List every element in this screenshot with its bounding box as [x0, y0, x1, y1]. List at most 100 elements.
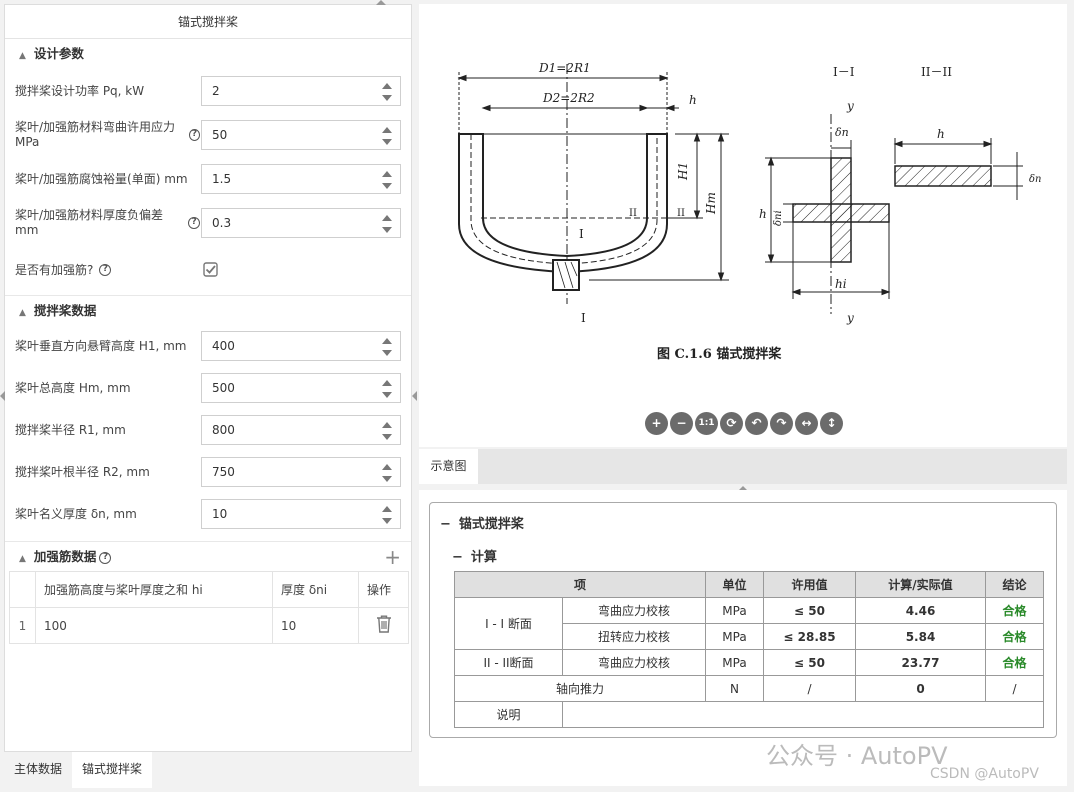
note-label-cell: 说明 — [454, 701, 563, 728]
collapse-triangle-icon[interactable]: ▲ — [19, 41, 26, 71]
label-dni: δni — [773, 210, 784, 226]
item-cell: 扭转应力校核 — [562, 623, 706, 650]
spinner-icon[interactable] — [382, 338, 392, 356]
spinner-icon[interactable] — [382, 506, 392, 524]
collapse-right-icon[interactable] — [412, 391, 417, 401]
add-row-icon[interactable]: + — [384, 542, 401, 572]
corrosion-input[interactable] — [201, 164, 401, 194]
spinner-icon[interactable] — [382, 127, 392, 145]
field-neg-dev-label: 桨叶/加强筋材料厚度负偏差 mm? — [15, 201, 200, 245]
flip-horizontal-icon[interactable]: ↔ — [795, 412, 818, 435]
neg-dev-input-box[interactable] — [202, 209, 372, 237]
collapse-triangle-icon[interactable]: ▲ — [19, 544, 26, 574]
zoom-in-icon[interactable]: + — [645, 412, 668, 435]
power-input[interactable] — [201, 76, 401, 106]
spinner-icon[interactable] — [382, 83, 392, 101]
tab-anchor-agitator[interactable]: 锚式搅拌桨 — [72, 752, 153, 788]
hm-input[interactable] — [201, 373, 401, 403]
r2-input[interactable] — [201, 457, 401, 487]
r1-input[interactable] — [201, 415, 401, 445]
actual-size-icon[interactable]: 1:1 — [695, 412, 718, 435]
table-row: I - I 断面 弯曲应力校核 MPa ≤ 50 4.46 合格 — [454, 597, 1044, 650]
table-header-row: 加强筋高度与桨叶厚度之和 hi 厚度 δni 操作 — [9, 571, 409, 608]
spinner-icon[interactable] — [382, 422, 392, 440]
results-box: − 锚式搅拌桨 − 计算 项 单位 许用值 计算/实际值 结论 I - I 断面 弯… — [429, 502, 1057, 738]
field-h1-label: 桨叶垂直方向悬臂高度 H1, mm — [15, 338, 187, 353]
field-allow-stress-label: 桨叶/加强筋材料弯曲许用应力 MPa? — [15, 113, 200, 157]
rib-thickness-cell[interactable]: 10 — [272, 607, 359, 644]
label-d1: D1=2R1 — [538, 61, 591, 75]
spinner-icon[interactable] — [382, 215, 392, 233]
section-agitator-header[interactable]: ▲ 搅拌桨数据 — [5, 295, 411, 325]
spinner-icon[interactable] — [382, 380, 392, 398]
label-h-left: h — [759, 207, 767, 221]
section-agitator-title: 搅拌桨数据 — [33, 303, 97, 318]
collapse-left-icon[interactable] — [0, 391, 5, 401]
neg-dev-input[interactable] — [201, 208, 401, 238]
results-subtitle[interactable]: − 计算 — [452, 546, 497, 565]
unit-cell: MPa — [705, 623, 764, 650]
label-section-1: I－I — [833, 65, 855, 79]
r1-input-box[interactable] — [202, 416, 372, 444]
tab-diagram[interactable]: 示意图 — [419, 449, 478, 484]
figure-caption: 图 C.1.6 锚式搅拌桨 — [657, 346, 782, 362]
corrosion-input-box[interactable] — [202, 165, 372, 193]
spinner-icon[interactable] — [382, 171, 392, 189]
result-cell: / — [985, 675, 1044, 702]
image-toolbar: + − 1:1 ⟳ ↶ ↷ ↔ ↕ — [645, 412, 843, 435]
flip-vertical-icon[interactable]: ↕ — [820, 412, 843, 435]
trash-icon[interactable] — [376, 615, 392, 633]
power-input-box[interactable] — [202, 77, 372, 105]
field-r1: 搅拌桨半径 R1, mm — [5, 409, 411, 451]
r2-input-box[interactable] — [202, 458, 372, 486]
hm-input-box[interactable] — [202, 374, 372, 402]
table-row: 说明 — [454, 701, 1044, 728]
h1-input-box[interactable] — [202, 332, 372, 360]
collapse-up-icon[interactable] — [376, 0, 386, 5]
label-mark2-right: II — [677, 208, 685, 219]
rib-height-cell[interactable]: 100 — [35, 607, 273, 644]
table-row: 轴向推力 N / 0 / — [454, 675, 1044, 702]
spinner-icon[interactable] — [382, 464, 392, 482]
header-result: 结论 — [985, 571, 1044, 598]
checkbox-checked-icon[interactable] — [203, 262, 218, 277]
label-y-bot: y — [846, 311, 854, 325]
field-has-rib: 是否有加强筋?? — [5, 245, 411, 295]
help-icon[interactable]: ? — [188, 217, 200, 229]
dn-input[interactable] — [201, 499, 401, 529]
field-r2-label: 搅拌桨叶根半径 R2, mm — [15, 464, 150, 479]
field-dn: 桨叶名义厚度 δn, mm — [5, 493, 411, 535]
item-cell: 弯曲应力校核 — [562, 597, 706, 624]
note-cell — [562, 701, 1044, 728]
dn-input-box[interactable] — [202, 500, 372, 528]
delete-cell — [358, 607, 409, 644]
help-icon[interactable]: ? — [99, 264, 112, 276]
rotate-left-icon[interactable]: ↶ — [745, 412, 768, 435]
help-icon[interactable]: ? — [188, 129, 200, 141]
field-corrosion: 桨叶/加强筋腐蚀裕量(单面) mm — [5, 157, 411, 201]
result-cell: 合格 — [985, 623, 1044, 650]
allow-stress-input-box[interactable] — [202, 121, 372, 149]
allow-stress-input[interactable] — [201, 120, 401, 150]
zoom-out-icon[interactable]: − — [670, 412, 693, 435]
results-panel: − 锚式搅拌桨 − 计算 项 单位 许用值 计算/实际值 结论 I - I 断面 弯… — [419, 490, 1067, 786]
tab-main-data[interactable]: 主体数据 — [4, 752, 72, 788]
anchor-agitator-drawing: D1=2R1 D2=2R2 h H1 Hm II II I I I－I II－I… — [457, 61, 1041, 362]
parameter-panel: 锚式搅拌桨 ▲ 设计参数 搅拌桨设计功率 Pq, kW 桨叶/加强筋材料弯曲许用应… — [4, 4, 412, 752]
table-index-header — [9, 571, 36, 608]
label-mark1-mid: I — [579, 227, 584, 241]
help-icon[interactable]: ? — [99, 551, 112, 564]
rotate-right-icon[interactable]: ↷ — [770, 412, 793, 435]
label-mark2-left: II — [629, 208, 637, 219]
section-design-header[interactable]: ▲ 设计参数 — [5, 39, 411, 69]
field-hm-label: 桨叶总高度 Hm, mm — [15, 380, 131, 395]
results-title[interactable]: − 锚式搅拌桨 — [440, 513, 524, 532]
result-cell: 合格 — [985, 649, 1044, 676]
header-unit: 单位 — [705, 571, 764, 598]
section-rib-header[interactable]: ▲ 加强筋数据? + — [5, 541, 411, 571]
value-cell: 4.46 — [855, 597, 986, 624]
collapse-triangle-icon[interactable]: ▲ — [19, 298, 26, 328]
field-neg-dev: 桨叶/加强筋材料厚度负偏差 mm? — [5, 201, 411, 245]
h1-input[interactable] — [201, 331, 401, 361]
reset-icon[interactable]: ⟳ — [720, 412, 743, 435]
